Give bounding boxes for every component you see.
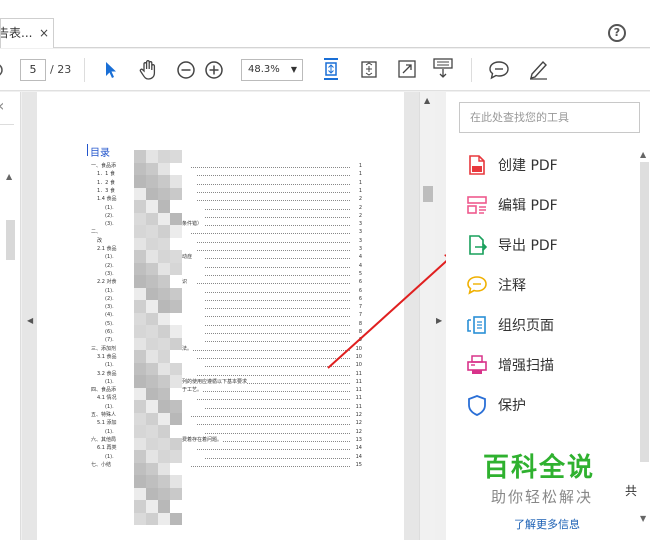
tool-create-pdf[interactable]: 创建 PDF: [466, 152, 616, 178]
tools-pane-scrollbar[interactable]: ▲ ▼: [639, 150, 650, 525]
create-pdf-icon: [469, 155, 485, 175]
tool-edit-pdf[interactable]: 编辑 PDF: [466, 192, 616, 218]
edit-pdf-icon: [467, 196, 487, 214]
tool-enhance-scan[interactable]: 增强扫描: [466, 352, 616, 378]
tool-organize-pages[interactable]: 组织页面: [466, 312, 616, 338]
watermark-logo: 百科全说 助你轻松解决: [475, 433, 625, 507]
watermark-title: 百科全说: [483, 453, 596, 483]
tools-pane-scroll-thumb[interactable]: [640, 162, 649, 462]
tool-search-input[interactable]: 在此处查找您的工具: [459, 102, 640, 133]
protect-icon: [468, 395, 486, 416]
tool-label: 保护: [498, 398, 526, 414]
share-text-fragment: 共: [625, 484, 638, 498]
tool-label: 注释: [498, 278, 526, 294]
chevron-down-icon[interactable]: ▼: [640, 514, 646, 523]
export-pdf-icon: [469, 235, 488, 255]
organize-pages-icon: [467, 316, 486, 334]
tool-label: 导出 PDF: [498, 238, 558, 254]
tool-label: 组织页面: [498, 318, 554, 334]
tool-label: 创建 PDF: [498, 158, 558, 174]
tool-export-pdf[interactable]: 导出 PDF: [466, 232, 616, 258]
comment-icon: [467, 276, 487, 295]
watermark-subtitle: 助你轻松解决: [491, 488, 594, 506]
enhance-scan-icon: [467, 355, 487, 374]
learn-more-link[interactable]: 了解更多信息: [514, 516, 580, 532]
tool-protect[interactable]: 保护: [466, 392, 616, 418]
tool-comment[interactable]: 注释: [466, 272, 616, 298]
tool-label: 编辑 PDF: [498, 198, 558, 214]
tool-label: 增强扫描: [498, 358, 554, 374]
chevron-up-icon[interactable]: ▲: [640, 150, 646, 159]
